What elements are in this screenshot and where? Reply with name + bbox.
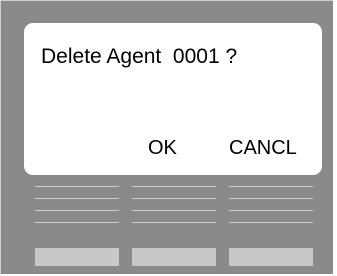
label-line bbox=[229, 210, 313, 211]
label-line bbox=[229, 198, 313, 199]
delete-agent-prompt: Delete Agent 0001 ? bbox=[41, 45, 238, 68]
label-line bbox=[35, 186, 119, 187]
label-line bbox=[35, 222, 119, 223]
ok-softkey[interactable]: OK bbox=[148, 138, 177, 158]
label-line bbox=[229, 222, 313, 223]
label-line bbox=[132, 198, 216, 199]
phone-device: Delete Agent 0001 ? OK CANCL bbox=[0, 0, 333, 274]
display-screen: Delete Agent 0001 ? OK CANCL bbox=[24, 23, 322, 175]
label-line bbox=[132, 186, 216, 187]
hard-key-3[interactable] bbox=[229, 248, 313, 266]
hard-key-1[interactable] bbox=[35, 248, 119, 266]
label-line bbox=[229, 186, 313, 187]
label-line bbox=[132, 222, 216, 223]
label-line bbox=[35, 198, 119, 199]
cancel-softkey[interactable]: CANCL bbox=[229, 138, 297, 158]
hard-key-2[interactable] bbox=[132, 248, 216, 266]
label-line bbox=[35, 210, 119, 211]
label-line bbox=[132, 210, 216, 211]
